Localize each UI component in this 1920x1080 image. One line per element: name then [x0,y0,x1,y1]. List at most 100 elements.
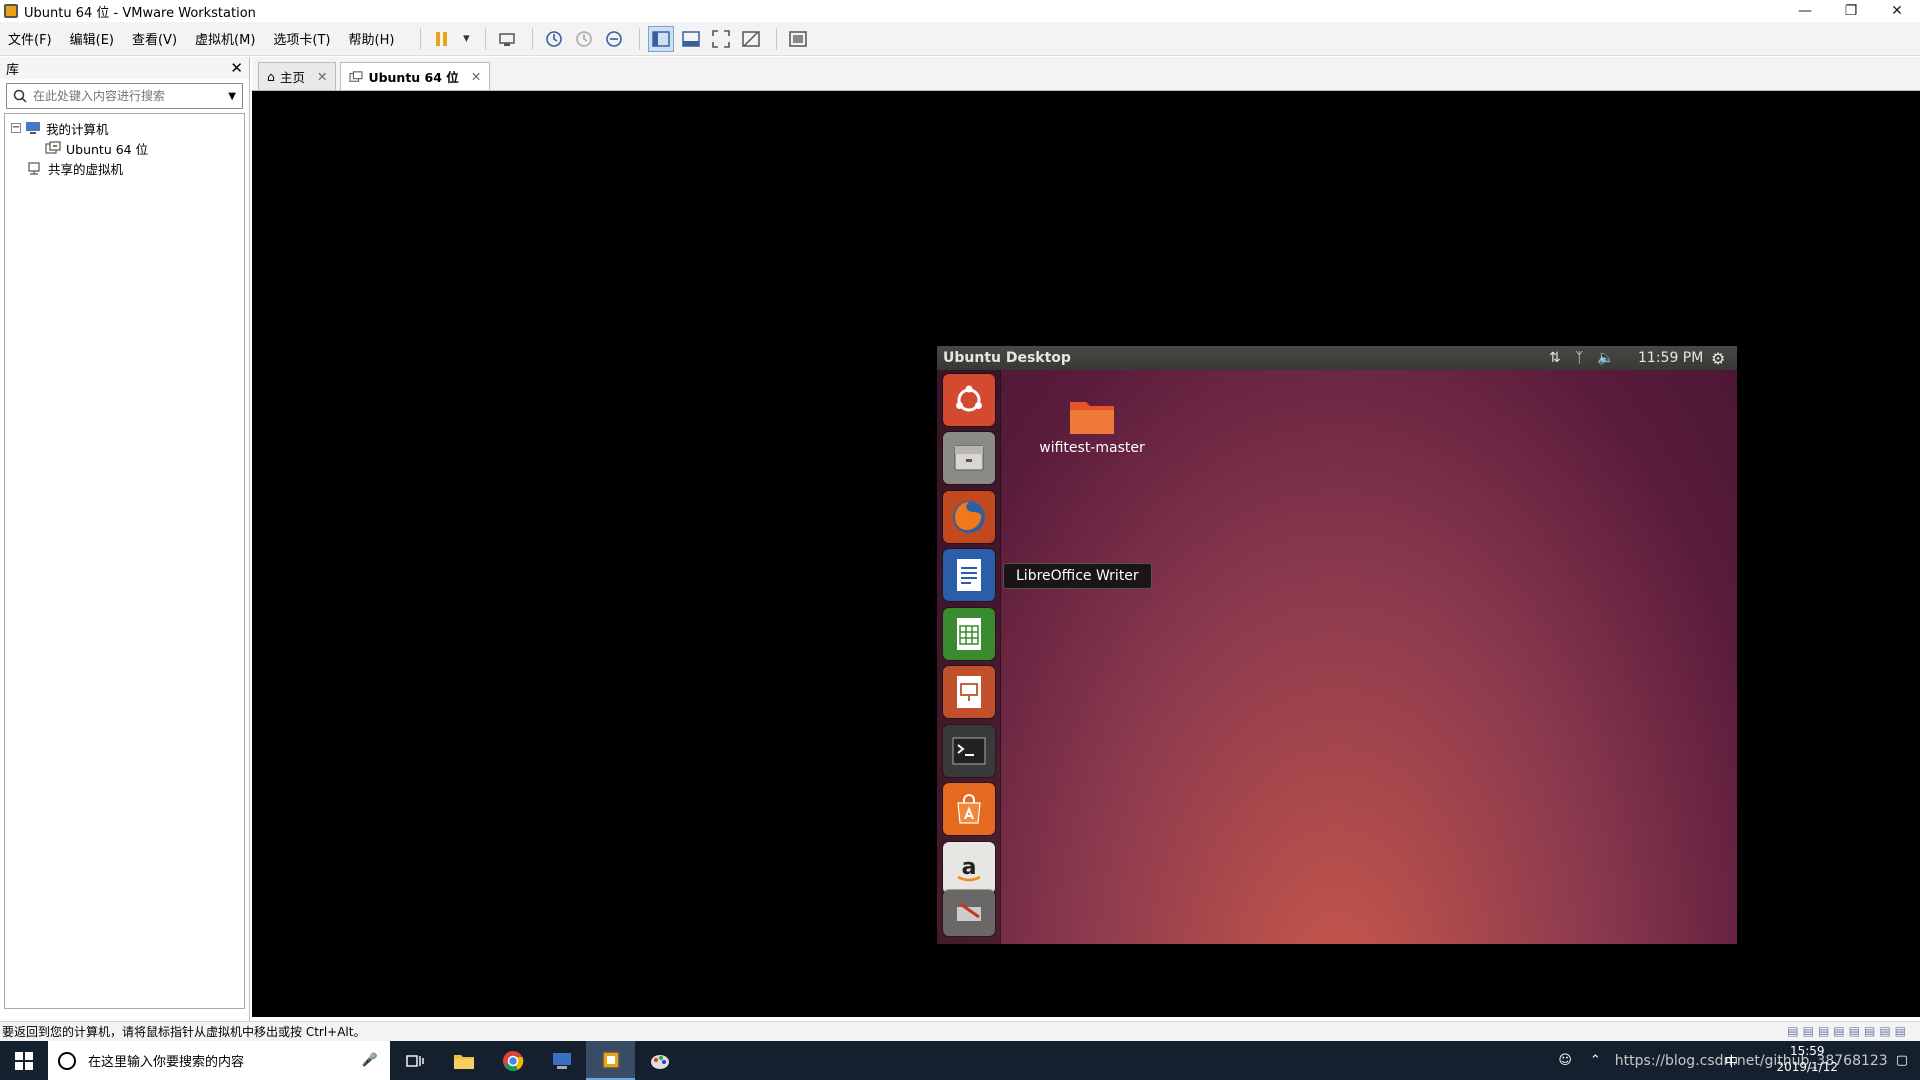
chrome-icon[interactable] [488,1041,537,1080]
ubuntu-dash-icon[interactable] [943,374,995,426]
system-gear-icon[interactable]: ⚙ [1711,346,1725,370]
ubuntu-desktop[interactable]: Ubuntu Desktop ⇅ ᛉ 🔈 11:59 PM ⚙ a LibreO… [937,346,1737,944]
taskbar-search[interactable]: 在这里输入你要搜索的内容 🎤 [48,1041,390,1080]
menu-help[interactable]: 帮助(H) [349,29,395,48]
taskbar-search-placeholder: 在这里输入你要搜索的内容 [88,1055,245,1070]
full-screen-icon[interactable] [708,26,734,52]
show-thumbnail-bar-icon[interactable] [678,26,704,52]
paint-app-icon[interactable] [635,1041,684,1080]
library-search[interactable]: ▼ [6,83,243,109]
library-panel: 库 ✕ ▼ − 我的计算机 Ubuntu 64 位 共享的虚拟机 [0,57,250,1021]
windows-logo-icon [15,1051,33,1070]
toolbar-separator [420,27,422,50]
tab-home[interactable]: ⌂ 主页 ✕ [258,62,337,90]
minimize-button[interactable]: — [1782,0,1828,22]
vmware-app-icon [4,4,18,18]
unity-mode-icon[interactable] [738,26,764,52]
library-header: 库 ✕ [0,57,249,79]
vm-icon [45,141,61,154]
libreoffice-calc-icon[interactable] [943,608,995,660]
menu-tabs[interactable]: 选项卡(T) [273,29,330,48]
notification-center-icon[interactable]: ▢ [1896,1053,1908,1068]
status-text: 要返回到您的计算机，请将鼠标指针从虚拟机中移出或按 Ctrl+Alt。 [2,1025,366,1039]
tree-item-my-computer[interactable]: − 我的计算机 [11,118,238,138]
terminal-icon[interactable] [943,725,995,777]
people-icon[interactable]: ☺ [1558,1053,1572,1068]
vmware-taskbar-icon[interactable] [586,1041,635,1080]
show-library-icon[interactable] [648,25,675,52]
snapshot-manager-icon[interactable] [601,26,627,52]
taskbar-clock[interactable]: 15:59 2019/1/12 [1776,1043,1838,1075]
ubuntu-panel-title: Ubuntu Desktop [943,350,1071,366]
volume-icon[interactable]: 🔈 [1597,346,1614,370]
start-button[interactable] [0,1041,48,1080]
vm-icon [349,70,363,82]
toolbar-separator [639,27,641,50]
snapshot-take-icon[interactable] [541,26,567,52]
tab-ubuntu-vm[interactable]: Ubuntu 64 位 ✕ [340,62,491,90]
clock-time: 15:59 [1789,1044,1825,1058]
ubuntu-clock[interactable]: 11:59 PM [1638,346,1703,370]
system-tray: ☺ ⌃ https://blog.csdn.net/github_3876812… [1558,1041,1920,1080]
tree-label: Ubuntu 64 位 [66,141,149,157]
desktop-folder[interactable]: wifitest-master [1027,396,1157,456]
clock-date: 2019/1/12 [1776,1060,1838,1074]
microphone-icon[interactable]: 🎤 [362,1053,378,1068]
window-titlebar: Ubuntu 64 位 - VMware Workstation — ❐ ✕ [0,0,1920,22]
device-status-icons[interactable]: ▤▤▤▤▤▤▤▤ [1787,1024,1910,1038]
collapse-icon[interactable]: − [11,123,21,133]
network-app-icon[interactable] [537,1041,586,1080]
vm-console[interactable]: Ubuntu Desktop ⇅ ᛉ 🔈 11:59 PM ⚙ a LibreO… [252,91,1920,1017]
amazon-icon[interactable]: a [943,842,995,894]
console-view-icon[interactable] [785,26,811,52]
launcher-tooltip: LibreOffice Writer [1003,563,1152,589]
task-view-icon[interactable] [390,1041,439,1080]
bluetooth-icon[interactable]: ᛉ [1575,346,1583,370]
shared-vm-icon [28,162,40,175]
tab-label: 主页 [279,70,305,85]
desktop-folder-label: wifitest-master [1039,440,1145,456]
files-icon[interactable] [943,432,995,484]
cortana-icon [58,1051,76,1070]
home-icon: ⌂ [267,69,275,84]
system-settings-icon[interactable] [943,890,995,936]
file-explorer-icon[interactable] [439,1041,488,1080]
libreoffice-impress-icon[interactable] [943,666,995,718]
close-button[interactable]: ✕ [1874,0,1920,22]
tree-item-shared-vms[interactable]: 共享的虚拟机 [11,158,238,178]
status-bar: 要返回到您的计算机，请将鼠标指针从虚拟机中移出或按 Ctrl+Alt。 ▤▤▤▤… [0,1021,1920,1041]
tray-watermark: https://blog.csdn.net/github_38768123 [1614,1052,1888,1069]
ubuntu-top-panel: Ubuntu Desktop ⇅ ᛉ 🔈 11:59 PM ⚙ [937,346,1737,370]
menu-vm[interactable]: 虚拟机(M) [195,29,255,48]
search-dropdown-icon[interactable]: ▼ [228,91,236,102]
menu-file[interactable]: 文件(F) [8,29,52,48]
folder-icon [1070,402,1114,434]
send-ctrl-alt-del-icon[interactable] [494,26,520,52]
tree-label: 我的计算机 [46,121,109,137]
restore-button[interactable]: ❐ [1828,0,1874,22]
network-icon[interactable]: ⇅ [1549,346,1561,370]
ime-indicator[interactable]: 中 [1725,1051,1738,1070]
firefox-icon[interactable] [943,491,995,543]
software-center-icon[interactable] [943,783,995,835]
toolbar-separator [776,27,778,50]
toolbar-separator [532,27,534,50]
tree-item-ubuntu-vm[interactable]: Ubuntu 64 位 [11,138,238,158]
power-dropdown-icon[interactable]: ▾ [459,26,473,52]
close-tab-icon[interactable]: ✕ [471,69,481,84]
library-search-input[interactable] [33,89,229,103]
menu-view[interactable]: 查看(V) [132,29,177,48]
unity-launcher: a [937,370,1001,944]
snapshot-revert-icon[interactable] [571,26,597,52]
library-title: 库 [6,62,20,78]
menu-edit[interactable]: 编辑(E) [70,29,114,48]
close-tab-icon[interactable]: ✕ [317,69,327,84]
search-icon [13,89,27,103]
window-title: Ubuntu 64 位 - VMware Workstation [24,5,256,21]
library-tree: − 我的计算机 Ubuntu 64 位 共享的虚拟机 [4,113,245,1009]
show-hidden-icons[interactable]: ⌃ [1590,1053,1601,1068]
close-library-icon[interactable]: ✕ [230,59,243,77]
toolbar-separator [485,27,487,50]
libreoffice-writer-icon[interactable] [943,549,995,601]
pause-vm-icon[interactable] [429,26,455,52]
